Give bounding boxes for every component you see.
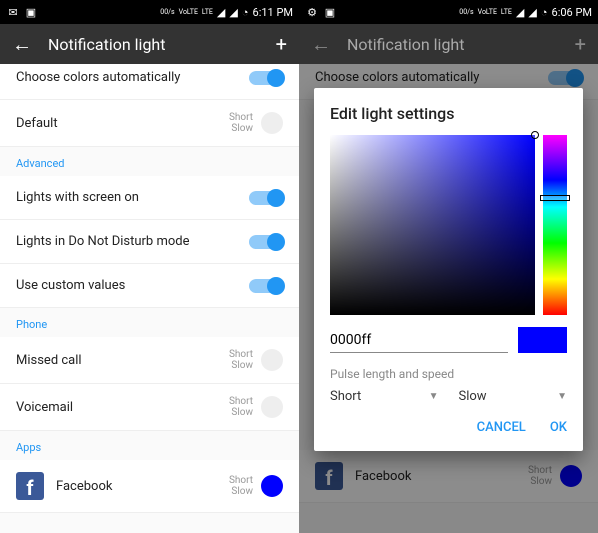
- image-icon: ▣: [323, 5, 337, 19]
- color-picker: [330, 135, 567, 315]
- row-voicemail[interactable]: Voicemail ShortSlow: [0, 384, 299, 431]
- row-facebook[interactable]: f Facebook ShortSlow: [0, 460, 299, 513]
- status-time: 6:11 PM: [253, 6, 293, 19]
- row-label: Use custom values: [16, 278, 249, 293]
- screen-left: ✉ ▣ 00/s VoLTE LTE ◢ ◢ ◔ 6:11 PM ← Notif…: [0, 0, 299, 533]
- color-indicator: [261, 349, 283, 371]
- section-apps: Apps: [0, 431, 299, 460]
- toggle-auto-colors[interactable]: [249, 71, 283, 85]
- dropdown-value: Slow: [459, 389, 487, 404]
- gmail-icon: ✉: [6, 5, 20, 19]
- row-subtext: ShortSlow: [229, 349, 253, 371]
- row-label: Default: [16, 116, 229, 131]
- row-auto-colors[interactable]: Choose colors automatically: [0, 64, 299, 100]
- toggle-dnd[interactable]: [249, 235, 283, 249]
- color-indicator: [261, 112, 283, 134]
- app-bar: ← Notification light +: [0, 24, 299, 64]
- chevron-down-icon: ▼: [429, 391, 439, 402]
- lte-indicator: LTE: [202, 9, 213, 16]
- ok-button[interactable]: OK: [550, 420, 567, 435]
- hue-cursor[interactable]: [540, 195, 570, 201]
- network-speed: 00/s: [160, 9, 174, 16]
- row-missed-call[interactable]: Missed call ShortSlow: [0, 337, 299, 384]
- gear-icon: ⚙: [305, 5, 319, 19]
- network-speed: 00/s: [459, 9, 473, 16]
- image-icon: ▣: [24, 5, 38, 19]
- signal-icon: ◢: [528, 6, 536, 19]
- screen-right: ⚙ ▣ 00/s VoLTE LTE ◢ ◢ ◔ 6:06 PM ← Notif…: [299, 0, 598, 533]
- row-screen-on[interactable]: Lights with screen on: [0, 176, 299, 220]
- sv-cursor[interactable]: [531, 131, 539, 139]
- clock-icon: ◔: [541, 6, 548, 19]
- volte-indicator: VoLTE: [478, 9, 497, 16]
- color-indicator: [261, 475, 283, 497]
- row-subtext: ShortSlow: [229, 396, 253, 418]
- color-preview: [518, 327, 567, 353]
- row-custom-values[interactable]: Use custom values: [0, 264, 299, 308]
- lte-indicator: LTE: [501, 9, 512, 16]
- row-label: Lights with screen on: [16, 190, 249, 205]
- page-title: Notification light: [48, 35, 260, 54]
- section-phone: Phone: [0, 308, 299, 337]
- pulse-speed-dropdown[interactable]: Slow ▼: [459, 389, 568, 404]
- back-icon[interactable]: ←: [12, 32, 32, 57]
- hex-input[interactable]: [330, 328, 508, 353]
- status-bar: ⚙ ▣ 00/s VoLTE LTE ◢ ◢ ◔ 6:06 PM: [299, 0, 598, 24]
- toggle-custom[interactable]: [249, 279, 283, 293]
- row-subtext: ShortSlow: [229, 475, 253, 497]
- signal-icon: ◢: [229, 6, 237, 19]
- row-default[interactable]: Default ShortSlow: [0, 100, 299, 147]
- app-bar: ← Notification light +: [299, 24, 598, 64]
- row-subtext: ShortSlow: [229, 112, 253, 134]
- status-bar: ✉ ▣ 00/s VoLTE LTE ◢ ◢ ◔ 6:11 PM: [0, 0, 299, 24]
- row-dnd[interactable]: Lights in Do Not Disturb mode: [0, 220, 299, 264]
- settings-list[interactable]: Choose colors automatically Default Shor…: [0, 64, 299, 533]
- color-indicator: [261, 396, 283, 418]
- add-icon[interactable]: +: [575, 32, 586, 56]
- row-label: Choose colors automatically: [16, 70, 249, 85]
- back-icon[interactable]: ←: [311, 32, 331, 57]
- pulse-length-dropdown[interactable]: Short ▼: [330, 389, 439, 404]
- dialog-title: Edit light settings: [330, 104, 567, 123]
- chevron-down-icon: ▼: [557, 391, 567, 402]
- section-advanced: Advanced: [0, 147, 299, 176]
- signal-icon: ◢: [516, 6, 524, 19]
- facebook-icon: f: [16, 472, 44, 500]
- row-label: Missed call: [16, 353, 229, 368]
- add-icon[interactable]: +: [276, 32, 287, 56]
- cancel-button[interactable]: CANCEL: [477, 420, 526, 435]
- dropdown-value: Short: [330, 389, 361, 404]
- row-label: Lights in Do Not Disturb mode: [16, 234, 249, 249]
- hue-slider[interactable]: [543, 135, 567, 315]
- row-label: Facebook: [56, 479, 229, 494]
- clock-icon: ◔: [242, 6, 249, 19]
- volte-indicator: VoLTE: [179, 9, 198, 16]
- signal-icon: ◢: [217, 6, 225, 19]
- status-time: 6:06 PM: [552, 6, 592, 19]
- pulse-label: Pulse length and speed: [330, 367, 567, 381]
- toggle-screen-on[interactable]: [249, 191, 283, 205]
- edit-light-dialog: Edit light settings Pulse length and spe…: [314, 88, 583, 451]
- page-title: Notification light: [347, 35, 559, 54]
- saturation-value-panel[interactable]: [330, 135, 535, 315]
- row-label: Voicemail: [16, 400, 229, 415]
